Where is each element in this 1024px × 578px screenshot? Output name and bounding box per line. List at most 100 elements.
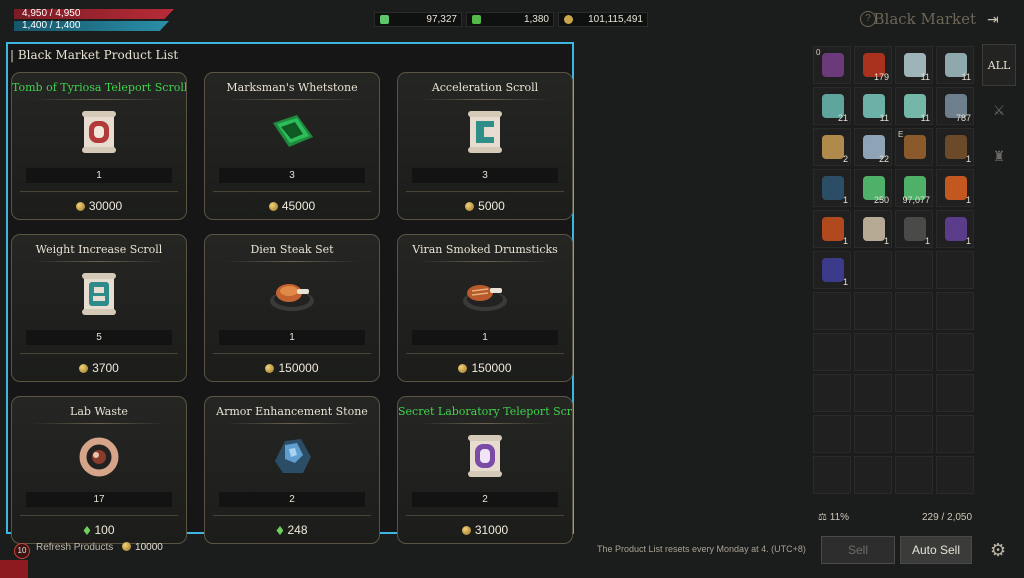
inventory-slot-empty[interactable] [854,292,892,330]
inventory-slot-empty[interactable] [854,374,892,412]
inventory-slot-empty[interactable] [895,292,933,330]
inventory-slot[interactable]: 1 [854,210,892,248]
product-quantity: 17 [26,492,172,507]
inventory-slot[interactable]: 1 [813,210,851,248]
slot-quantity: 1 [924,236,930,246]
product-price: 150000 [205,361,379,375]
coin-icon [461,526,471,535]
exit-icon[interactable]: ⇥ [987,11,1003,27]
item-icon [822,258,844,282]
inventory-slot-empty[interactable] [895,415,933,453]
inventory-slot-empty[interactable] [936,333,974,371]
mp-text: 1,400 / 1,400 [22,20,81,31]
scroll-purple-icon [460,431,510,481]
inventory-slot[interactable]: 11 [936,46,974,84]
inventory-slot[interactable]: 179 [854,46,892,84]
inventory-slot-empty[interactable] [895,333,933,371]
inventory-slot-empty[interactable] [813,415,851,453]
tab-equipment[interactable]: ⚔ [982,90,1016,132]
scroll-teal-icon [460,107,510,157]
inventory-slot-empty[interactable] [936,251,974,289]
product-card[interactable]: Lab Waste 17 100 [11,396,187,544]
tab-all[interactable]: ALL [982,44,1016,86]
inventory-slot[interactable]: E [895,128,933,166]
inventory-slot-empty[interactable] [936,374,974,412]
inventory-slot-empty[interactable] [813,374,851,412]
inventory-slot-empty[interactable] [895,456,933,494]
sell-button[interactable]: Sell [821,536,895,564]
inventory-slot-empty[interactable] [895,251,933,289]
coin-icon [265,364,275,373]
inventory-slot-empty[interactable] [936,456,974,494]
inventory-slot[interactable]: 2 [813,128,851,166]
product-price: 150000 [398,361,572,375]
inventory-slot[interactable]: 787 [936,87,974,125]
slot-corner: 0 [816,48,821,57]
inventory-slot-empty[interactable] [813,333,851,371]
inventory-slot[interactable]: 97,077 [895,169,933,207]
product-card[interactable]: Armor Enhancement Stone 2 248 [204,396,380,544]
product-card[interactable]: Tomb of Tyriosa Teleport Scroll 1 30000 [11,72,187,220]
scroll-teal2-icon [74,269,124,319]
product-name: Armor Enhancement Stone [216,405,368,418]
product-card[interactable]: Acceleration Scroll 3 5000 [397,72,573,220]
divider [32,99,166,100]
inventory-slot-empty[interactable] [813,292,851,330]
gear-icon[interactable]: ⚙ [990,540,1006,561]
inventory-slot[interactable]: 1 [936,169,974,207]
item-icon [822,217,844,241]
slot-quantity: 1 [965,236,971,246]
stone-icon [267,431,317,481]
auto-sell-button[interactable]: Auto Sell [900,536,972,564]
inventory-slot[interactable]: 0 [813,46,851,84]
inventory-slot-empty[interactable] [895,374,933,412]
inventory-slot[interactable]: 11 [895,87,933,125]
product-price: 3700 [12,361,186,375]
slot-corner: E [898,130,904,139]
inventory-slot[interactable]: 250 [854,169,892,207]
product-card[interactable]: Viran Smoked Drumsticks 1 150000 [397,234,573,382]
inventory-slot[interactable]: 1 [936,128,974,166]
currency-gold: 101,115,491 [558,12,648,27]
inventory-slot[interactable]: 1 [813,251,851,289]
inventory-slot-empty[interactable] [854,333,892,371]
divider [20,515,178,516]
inventory-slot-empty[interactable] [854,456,892,494]
divider [213,515,371,516]
inventory-slot[interactable]: 1 [813,169,851,207]
inventory-slot[interactable]: 11 [895,46,933,84]
item-icon [945,176,967,200]
inventory-slot-empty[interactable] [813,456,851,494]
item-icon [945,135,967,159]
inventory-slot[interactable]: 21 [813,87,851,125]
product-card[interactable]: Dien Steak Set 1 150000 [204,234,380,382]
green-gem-icon [380,15,389,24]
inventory-slot[interactable]: 1 [936,210,974,248]
product-name: Marksman's Whetstone [226,81,358,94]
product-card[interactable]: Marksman's Whetstone 3 45000 [204,72,380,220]
inventory-slot-empty[interactable] [936,292,974,330]
item-icon [822,53,844,77]
inventory-slot-empty[interactable] [854,251,892,289]
product-card[interactable]: Secret Laboratory Teleport Scro 2 31000 [397,396,573,544]
refresh-products[interactable]: 10 Refresh Products 10000 [14,542,163,559]
product-card[interactable]: Weight Increase Scroll 5 3700 [11,234,187,382]
inventory-slot[interactable]: 22 [854,128,892,166]
divider [213,191,371,192]
gem-icon [276,526,284,535]
waste-icon [74,431,124,481]
divider [406,191,564,192]
gem-icon [83,526,91,535]
inventory-slot-empty[interactable] [854,415,892,453]
inventory-grid: 0 179 11 11 21 11 11 787 2 22 E 1 1 250 97,077 1 1 1 1 1 1 [813,46,975,501]
slot-quantity: 1 [842,277,848,287]
inventory-slot[interactable]: 11 [854,87,892,125]
inventory-slot[interactable]: 1 [895,210,933,248]
product-name: Secret Laboratory Teleport Scro [398,405,572,418]
slot-quantity: 1 [965,154,971,164]
inventory-slot-empty[interactable] [936,415,974,453]
slot-quantity: 1 [965,195,971,205]
currency-green-gem: 97,327 [374,12,462,27]
inventory-capacity: 229 / 2,050 [922,512,973,523]
tab-consumables[interactable]: ♜ [982,136,1016,178]
